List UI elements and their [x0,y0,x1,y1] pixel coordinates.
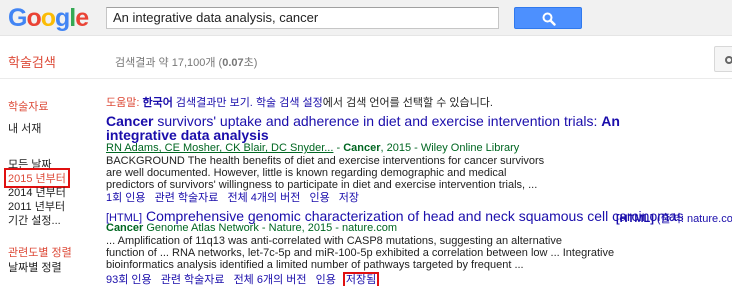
korean-only-link-text[interactable]: 검색결과만 보기. [173,97,256,109]
cite-link[interactable]: 인용 [309,192,329,204]
gear-icon [725,56,732,64]
korean-only-link[interactable]: 한국어 [142,97,172,109]
scholar-title[interactable]: 학술검색 [8,52,56,71]
top-bar: Google An integrative data analysis, can… [0,0,732,36]
header-divider [0,78,732,79]
search-button[interactable] [514,7,582,29]
result-count: 검색결과 약 17,100개 (0.07초) [115,57,258,69]
result-1-authors[interactable]: RN Adams, CE Mosher, CK Blair, DC Snyder… [106,142,333,154]
cited-by-link[interactable]: 1회 인용 [106,192,146,204]
related-articles-link[interactable]: 관련 학술자료 [161,274,225,286]
result-1-title-line2[interactable]: integrative data analysis [106,127,269,143]
settings-button[interactable] [714,46,732,72]
sidebar-item-custom-range[interactable]: 기간 설정... [8,212,61,228]
sidebar-item-sort-relevance[interactable]: 관련도별 정렬 [8,244,72,260]
all-versions-link[interactable]: 전체 4개의 버전 [227,192,300,204]
result-2-html-link[interactable]: [HTML] (출처: nature.co [616,210,732,226]
sidebar-item-articles[interactable]: 학술자료 [8,98,48,114]
cited-by-link[interactable]: 93회 인용 [106,274,152,286]
logo-letter: e [75,4,89,32]
result-1-links: 1회 인용 관련 학술자료 전체 4개의 버전 인용 저장 [106,189,365,205]
result-2-links: 93회 인용 관련 학술자료 전체 6개의 버전 인용 저장됨 [106,271,383,286]
logo-letter: o [26,4,41,32]
search-input[interactable]: An integrative data analysis, cancer [106,7,499,29]
saved-link[interactable]: 저장됨 [342,272,380,286]
related-articles-link[interactable]: 관련 학술자료 [155,192,219,204]
sidebar-item-my-library[interactable]: 내 서재 [8,120,41,136]
logo-letter: g [55,4,70,32]
all-versions-link[interactable]: 전체 6개의 버전 [234,274,307,286]
result-1-meta: RN Adams, CE Mosher, CK Blair, DC Snyder… [106,142,520,154]
result-2-meta: Cancer Genome Atlas Network - Nature, 20… [106,222,398,234]
logo-letter: o [40,4,56,32]
search-icon [542,12,556,26]
cite-link[interactable]: 인용 [316,274,336,286]
logo-letter: G [8,4,27,32]
google-logo[interactable]: Google [8,3,89,33]
language-notice: 도움말: 한국어 검색결과만 보기. 학술 검색 설정에서 검색 언어를 선택할… [106,97,493,109]
save-link[interactable]: 저장 [339,192,359,204]
sidebar-item-sort-date[interactable]: 날짜별 정렬 [8,259,62,275]
scholar-settings-link[interactable]: 학술 검색 설정 [256,97,323,109]
